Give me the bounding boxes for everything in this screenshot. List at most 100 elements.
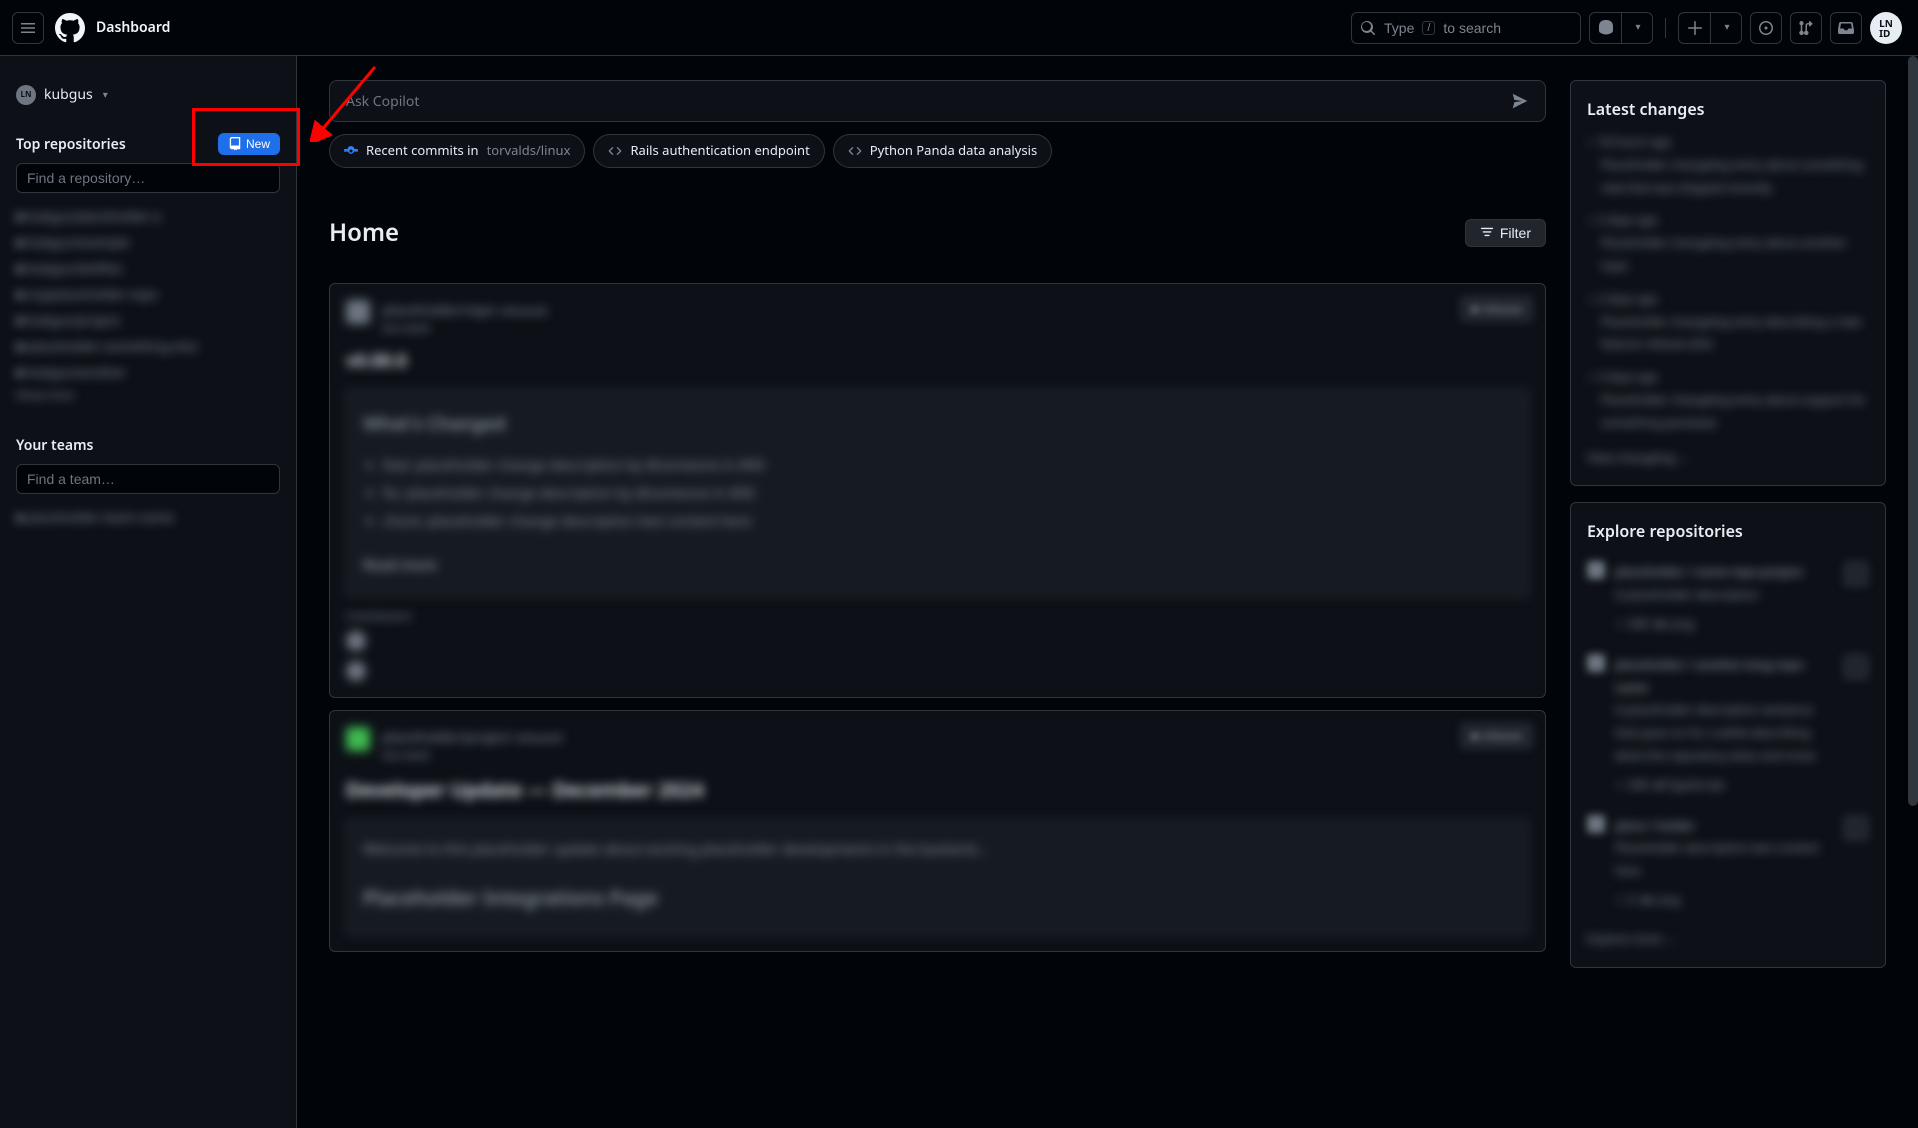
feed-card: ■ release placeholder/repo released last… bbox=[329, 283, 1546, 698]
top-repos-heading: Top repositories bbox=[16, 134, 126, 155]
repo-item[interactable]: ■ placeholder-something-else bbox=[16, 333, 280, 359]
copilot-icon bbox=[1598, 20, 1614, 36]
star-button[interactable] bbox=[1843, 561, 1869, 587]
star-button[interactable] bbox=[1843, 815, 1869, 841]
find-team-input[interactable] bbox=[16, 464, 280, 494]
pull-requests-button[interactable] bbox=[1790, 12, 1822, 44]
repo-item[interactable]: ■ org/placeholder-repo bbox=[16, 281, 280, 307]
create-new-button[interactable] bbox=[1678, 12, 1710, 44]
code-icon bbox=[608, 144, 622, 158]
feed-card: ■ release placeholder/project released l… bbox=[329, 710, 1546, 952]
feed-card-header: placeholder/project released last week bbox=[346, 727, 1529, 765]
repo-item[interactable]: ■ kubgus/dotfiles bbox=[16, 255, 280, 281]
changes-list: ○ 18 hours ago Placeholder changelog ent… bbox=[1587, 131, 1869, 469]
repo-item[interactable]: ■ kubgus/another bbox=[16, 359, 280, 385]
copilot-input[interactable]: Ask Copilot bbox=[329, 80, 1546, 122]
chip-panda[interactable]: Python Panda data analysis bbox=[833, 134, 1052, 168]
menu-icon bbox=[20, 20, 36, 36]
scrollbar[interactable] bbox=[1908, 56, 1918, 1128]
home-title: Home bbox=[329, 215, 399, 251]
search-icon bbox=[1360, 20, 1376, 36]
filter-icon bbox=[1480, 226, 1494, 240]
repo-item[interactable]: ■ kubgus/placeholder-a bbox=[16, 203, 280, 229]
explore-repo-item[interactable]: placeholder / another-long-repo-name A p… bbox=[1587, 654, 1869, 797]
main-content: Ask Copilot Recent commits in torvalds/l… bbox=[297, 56, 1918, 1128]
explore-repos-panel: Explore repositories placeholder / some-… bbox=[1570, 502, 1886, 967]
right-column: Latest changes ○ 18 hours ago Placeholde… bbox=[1570, 80, 1886, 1104]
page-title[interactable]: Dashboard bbox=[96, 17, 170, 38]
team-item[interactable]: ■ placeholder-team-name bbox=[16, 504, 280, 530]
plus-icon bbox=[1687, 20, 1703, 36]
find-repo-input[interactable] bbox=[16, 163, 280, 193]
feed-column: Ask Copilot Recent commits in torvalds/l… bbox=[329, 80, 1546, 1104]
search-prefix: Type bbox=[1384, 20, 1414, 36]
chip-rails-label: Rails authentication endpoint bbox=[630, 141, 809, 161]
context-username: kubgus bbox=[44, 84, 93, 105]
explore-more-link[interactable]: Explore more → bbox=[1587, 928, 1869, 951]
context-avatar: LN bbox=[16, 85, 36, 105]
repo-icon bbox=[228, 137, 242, 151]
explore-repo-item[interactable]: place / holder Placeholder description t… bbox=[1587, 815, 1869, 912]
sidebar: LN kubgus ▾ Top repositories New ■ kubgu… bbox=[0, 56, 297, 1128]
hamburger-button[interactable] bbox=[12, 12, 44, 44]
home-header-row: Home Filter bbox=[329, 196, 1546, 272]
issue-opened-icon bbox=[1758, 20, 1774, 36]
github-logo[interactable] bbox=[54, 12, 86, 44]
repo-list: ■ kubgus/placeholder-a ■ kubgus/example … bbox=[16, 203, 280, 407]
star-button[interactable] bbox=[1843, 654, 1869, 680]
top-repos-header: Top repositories New bbox=[16, 133, 280, 155]
chip-recent-prefix: Recent commits in bbox=[366, 141, 479, 161]
context-switcher[interactable]: LN kubgus ▾ bbox=[16, 80, 280, 109]
send-icon[interactable] bbox=[1511, 92, 1529, 110]
new-repo-button[interactable]: New bbox=[218, 133, 280, 155]
chip-panda-label: Python Panda data analysis bbox=[870, 141, 1037, 161]
chevron-down-icon: ▾ bbox=[1635, 22, 1640, 33]
repo-item[interactable]: ■ kubgus/example bbox=[16, 229, 280, 255]
notifications-button[interactable] bbox=[1830, 12, 1862, 44]
chevron-down-icon: ▾ bbox=[1724, 22, 1729, 33]
chip-rails[interactable]: Rails authentication endpoint bbox=[593, 134, 824, 168]
team-list: ■ placeholder-team-name bbox=[16, 504, 280, 530]
user-avatar[interactable]: LNID bbox=[1870, 12, 1902, 44]
repo-avatar bbox=[1587, 561, 1605, 579]
feed-card-header: placeholder/repo released last week bbox=[346, 300, 1529, 338]
header-divider bbox=[1665, 18, 1666, 38]
global-header: Dashboard Type / to search ▾ ▾ bbox=[0, 0, 1918, 56]
chip-recent-commits[interactable]: Recent commits in torvalds/linux bbox=[329, 134, 585, 168]
git-commit-icon bbox=[344, 144, 358, 158]
git-pull-request-icon bbox=[1798, 20, 1814, 36]
search-suffix: to search bbox=[1443, 20, 1501, 36]
explore-repos-title: Explore repositories bbox=[1587, 519, 1869, 543]
feed-card-body: Welcome to this placeholder update about… bbox=[346, 819, 1529, 935]
search-kbd: / bbox=[1422, 21, 1435, 35]
repo-item[interactable]: ■ kubgus/project bbox=[16, 307, 280, 333]
your-teams-header: Your teams bbox=[16, 435, 280, 456]
copilot-placeholder: Ask Copilot bbox=[346, 91, 1503, 112]
repo-avatar bbox=[1587, 815, 1605, 833]
header-right: Type / to search ▾ ▾ LNID bbox=[1351, 12, 1902, 44]
feed-card-footer: Contributors bbox=[346, 609, 1529, 682]
explore-repo-item[interactable]: placeholder / some-repo-project A placeh… bbox=[1587, 561, 1869, 635]
filter-button[interactable]: Filter bbox=[1465, 219, 1546, 247]
mark-github-icon bbox=[55, 13, 85, 43]
copilot-header-button[interactable] bbox=[1589, 12, 1621, 44]
your-teams-heading: Your teams bbox=[16, 435, 93, 456]
issues-button[interactable] bbox=[1750, 12, 1782, 44]
global-search[interactable]: Type / to search bbox=[1351, 12, 1581, 44]
scrollbar-thumb[interactable] bbox=[1908, 56, 1918, 806]
chevron-down-icon: ▾ bbox=[103, 87, 108, 102]
latest-changes-title: Latest changes bbox=[1587, 97, 1869, 121]
show-more[interactable]: Show more bbox=[16, 385, 280, 407]
code-icon bbox=[848, 144, 862, 158]
suggestion-chips: Recent commits in torvalds/linux Rails a… bbox=[329, 134, 1546, 168]
repo-avatar bbox=[1587, 654, 1605, 672]
new-repo-label: New bbox=[246, 137, 270, 151]
filter-label: Filter bbox=[1500, 225, 1531, 241]
chip-recent-repo: torvalds/linux bbox=[487, 141, 571, 161]
copilot-dropdown[interactable]: ▾ bbox=[1621, 12, 1653, 44]
create-new-dropdown[interactable]: ▾ bbox=[1710, 12, 1742, 44]
feed-card-body: What's Changed feat: placeholder change … bbox=[346, 389, 1529, 597]
header-left: Dashboard bbox=[12, 12, 170, 44]
latest-changes-panel: Latest changes ○ 18 hours ago Placeholde… bbox=[1570, 80, 1886, 486]
inbox-icon bbox=[1838, 20, 1854, 36]
